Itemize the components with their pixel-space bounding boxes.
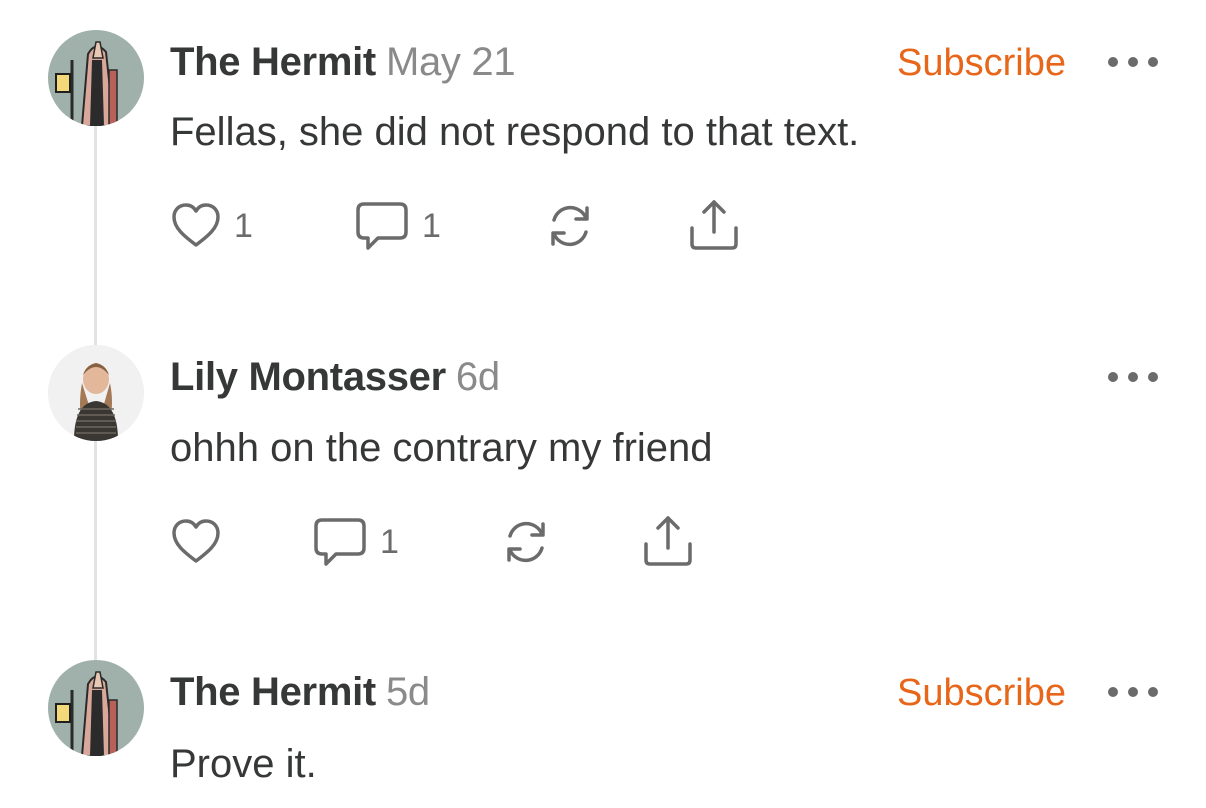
more-dot — [1128, 57, 1138, 67]
like-button[interactable] — [168, 512, 224, 572]
speech-bubble-icon — [356, 202, 408, 250]
lily-avatar-image — [48, 345, 144, 441]
subscribe-button[interactable]: Subscribe — [897, 672, 1066, 715]
avatar-lily-montasser[interactable] — [48, 345, 144, 441]
subscribe-button[interactable]: Subscribe — [897, 42, 1066, 85]
author-line: The Hermit May 21 — [170, 40, 516, 85]
restack-button[interactable] — [540, 196, 600, 256]
more-dot — [1108, 687, 1118, 697]
more-dot — [1148, 57, 1158, 67]
avatar-the-hermit[interactable] — [48, 30, 144, 126]
author-name[interactable]: The Hermit — [170, 40, 376, 84]
author-name[interactable]: The Hermit — [170, 670, 376, 714]
more-dot — [1108, 57, 1118, 67]
comment-date[interactable]: May 21 — [386, 40, 516, 84]
share-button[interactable] — [638, 512, 698, 572]
hermit-avatar-image — [48, 30, 144, 126]
refresh-icon — [551, 205, 589, 247]
more-dot — [1148, 687, 1158, 697]
avatar-the-hermit[interactable] — [48, 660, 144, 756]
author-line: Lily Montasser 6d — [170, 355, 500, 400]
comment-date[interactable]: 5d — [386, 670, 430, 714]
more-options-button[interactable] — [1108, 372, 1160, 384]
more-dot — [1128, 372, 1138, 382]
refresh-icon — [507, 521, 545, 563]
reply-button[interactable]: 1 — [310, 512, 399, 572]
like-button[interactable]: 1 — [168, 196, 253, 256]
more-options-button[interactable] — [1108, 57, 1160, 69]
more-dot — [1108, 372, 1118, 382]
comment-text: ohhh on the contrary my friend — [170, 426, 713, 470]
more-options-button[interactable] — [1108, 687, 1160, 699]
more-dot — [1128, 687, 1138, 697]
reply-count: 1 — [380, 522, 399, 561]
heart-icon — [172, 203, 220, 247]
hermit-avatar-image — [48, 660, 144, 756]
heart-icon — [172, 519, 220, 563]
restack-button[interactable] — [496, 512, 556, 572]
reply-button[interactable]: 1 — [352, 196, 441, 256]
like-count: 1 — [234, 206, 253, 245]
author-line: The Hermit 5d — [170, 670, 430, 715]
comment-text: Fellas, she did not respond to that text… — [170, 110, 860, 154]
author-name[interactable]: Lily Montasser — [170, 355, 446, 399]
speech-bubble-icon — [314, 518, 366, 566]
share-icon — [690, 200, 738, 250]
share-button[interactable] — [684, 196, 744, 256]
more-dot — [1148, 372, 1158, 382]
share-icon — [644, 516, 692, 566]
comment-date[interactable]: 6d — [456, 355, 500, 399]
reply-count: 1 — [422, 206, 441, 245]
comment-text: Prove it. — [170, 742, 317, 786]
